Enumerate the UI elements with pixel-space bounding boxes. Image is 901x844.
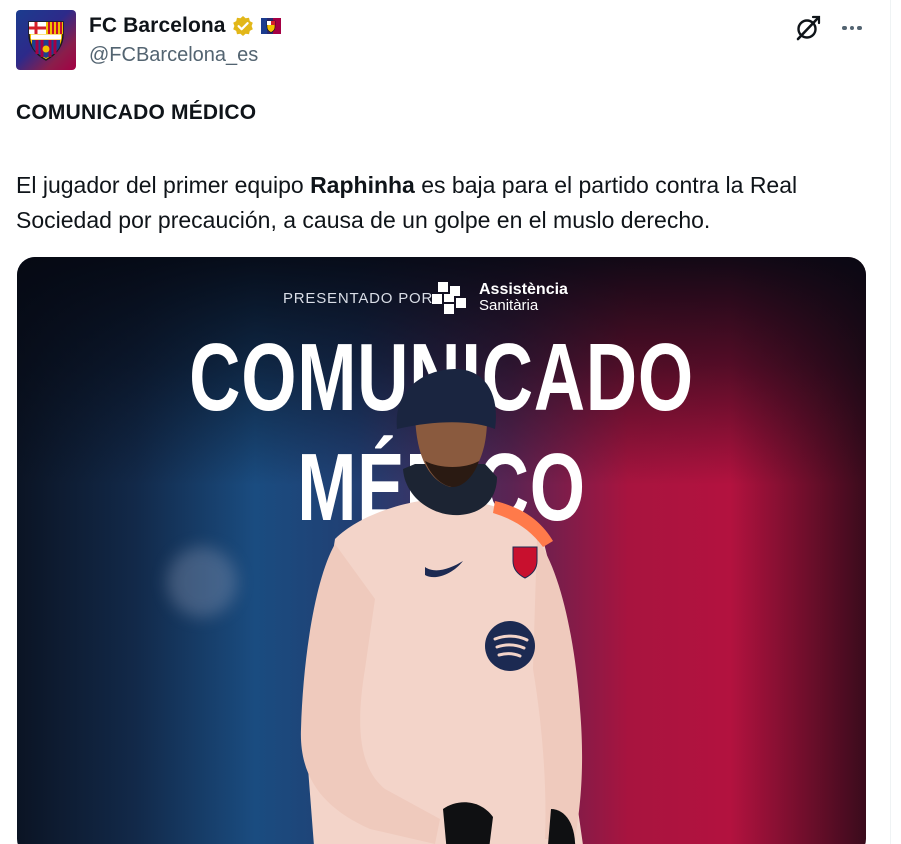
column-divider xyxy=(890,0,891,844)
post-body-player: Raphinha xyxy=(310,172,415,198)
display-name[interactable]: FC Barcelona xyxy=(89,14,226,38)
avatar[interactable] xyxy=(16,10,76,70)
fcb-crest-icon xyxy=(28,21,64,61)
presented-by-label: PRESENTADO POR xyxy=(283,290,434,307)
post-body-prefix: El jugador del primer equipo xyxy=(16,172,311,198)
more-dots-icon xyxy=(842,25,847,31)
sponsor-name: Assistència xyxy=(479,281,568,298)
more-dot xyxy=(857,25,862,31)
sponsor-subtitle: Sanitària xyxy=(479,297,539,314)
sponsor-cross-icon xyxy=(432,282,466,314)
more-dot xyxy=(849,25,855,31)
more-options-button[interactable] xyxy=(838,14,866,42)
post-image[interactable]: PRESENTADO POR Assistència Sanitària COM… xyxy=(17,257,866,844)
post-header: FC Barcelona @FCBarcelona_es xyxy=(16,10,876,72)
player-photo xyxy=(300,369,583,844)
post-title: COMUNICADO MÉDICO xyxy=(16,101,257,124)
post-body: El jugador del primer equipo Raphinha es… xyxy=(16,168,876,238)
handle[interactable]: @FCBarcelona_es xyxy=(89,44,258,67)
verified-badge-icon[interactable] xyxy=(232,15,254,37)
grok-slash-icon[interactable] xyxy=(794,14,822,42)
club-flag-icon xyxy=(260,18,281,34)
